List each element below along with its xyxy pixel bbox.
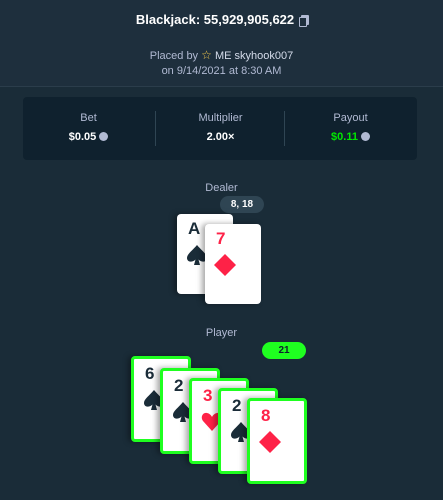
bet-stats-panel: Bet $0.05 Multiplier 2.00× Payout $0.11 <box>23 97 417 160</box>
diamond-suit-icon <box>214 254 236 276</box>
bet-stat: Bet $0.05 <box>23 97 154 160</box>
player-score-badge: 21 <box>262 342 306 359</box>
bet-label: Bet <box>80 112 97 124</box>
multiplier-label: Multiplier <box>198 112 243 124</box>
copy-icon[interactable] <box>299 15 310 27</box>
currency-coin-icon <box>99 132 109 141</box>
payout-stat: Payout $0.11 <box>285 97 416 160</box>
multiplier-value: 2.00× <box>206 131 235 143</box>
bet-date: on 9/14/2021 at 8:30 AM <box>161 65 282 77</box>
star-icon: ☆ <box>201 48 212 62</box>
card-rank: 2 <box>232 396 242 415</box>
user-tag: ME <box>214 50 232 62</box>
card-rank: 3 <box>203 386 213 405</box>
payout-label: Payout <box>333 112 368 124</box>
username-link[interactable]: skyhook007 <box>235 50 294 62</box>
bet-details-header: Blackjack: 55,929,905,622 Placed by ☆ ME… <box>0 0 443 87</box>
player-label: Player <box>205 327 238 339</box>
bet-title-text: Blackjack: 55,929,905,622 <box>135 12 295 27</box>
bet-value: $0.05 <box>68 131 97 143</box>
dealer-card: 7 <box>205 224 261 304</box>
dealer-score-badge: 8, 18 <box>220 196 264 213</box>
bet-value-row: $0.05 <box>23 131 154 143</box>
dealer-label: Dealer <box>205 182 238 194</box>
multiplier-stat: Multiplier 2.00× <box>155 97 286 160</box>
payout-value: $0.11 <box>331 131 358 143</box>
player-card: 8 <box>247 398 307 484</box>
placed-by-label: Placed by <box>149 50 199 62</box>
bet-title: Blackjack: 55,929,905,622 <box>0 12 443 27</box>
currency-coin-icon <box>360 132 370 141</box>
card-rank: 6 <box>145 364 155 383</box>
card-rank: 8 <box>261 406 271 425</box>
diamond-suit-icon <box>259 431 281 453</box>
payout-value-row: $0.11 <box>285 131 416 143</box>
card-rank: A <box>188 219 201 238</box>
card-rank: 2 <box>174 376 184 395</box>
card-rank: 7 <box>216 229 226 248</box>
placed-by-line: Placed by ☆ ME skyhook007 <box>0 48 443 62</box>
